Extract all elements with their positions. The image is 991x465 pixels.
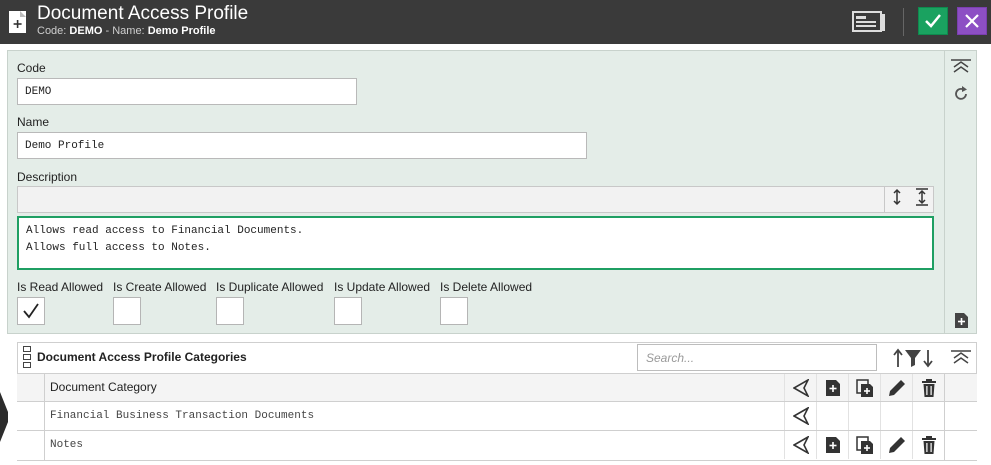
close-icon <box>965 14 979 28</box>
new-document-icon <box>9 11 26 33</box>
page-subtitle: Code: DEMO - Name: Demo Profile <box>37 25 216 37</box>
delete-icon[interactable] <box>912 431 944 459</box>
save-button[interactable] <box>918 7 948 35</box>
name-value: Demo Profile <box>147 25 216 37</box>
grid-column-divider <box>944 373 945 460</box>
filter-row-icon[interactable] <box>784 402 816 430</box>
document-category-cell: Notes <box>50 439 84 451</box>
grid-collapse-icon[interactable] <box>949 348 973 366</box>
fit-height-icon[interactable] <box>915 188 929 211</box>
empty-action-cell <box>880 402 912 430</box>
is-create-allowed-checkbox[interactable] <box>113 297 141 325</box>
code-field-label: Code <box>17 61 46 75</box>
collapse-icon[interactable] <box>949 57 973 75</box>
drag-handle-icon[interactable] <box>23 346 31 373</box>
code-label: Code: <box>37 25 67 37</box>
delete-icon[interactable] <box>912 374 944 402</box>
is-create-allowed-label: Is Create Allowed <box>113 280 207 294</box>
edit-icon[interactable] <box>880 431 912 459</box>
is-read-allowed-checkbox[interactable] <box>17 297 45 325</box>
column-header-document-category[interactable]: Document Category <box>50 380 157 394</box>
filter-row-icon[interactable] <box>784 374 816 402</box>
cancel-button[interactable] <box>957 7 987 35</box>
sort-filter-icon[interactable] <box>892 346 934 370</box>
description-textarea[interactable]: Allows read access to Financial Document… <box>17 216 934 270</box>
is-update-allowed-checkbox[interactable] <box>334 297 362 325</box>
document-category-cell: Financial Business Transaction Documents <box>50 410 315 422</box>
page-title: Document Access Profile <box>37 3 249 24</box>
filter-row-icon[interactable] <box>784 431 816 459</box>
is-delete-allowed-label: Is Delete Allowed <box>440 280 533 294</box>
is-duplicate-allowed-label: Is Duplicate Allowed <box>216 280 324 294</box>
row-selector[interactable] <box>17 374 45 402</box>
is-read-allowed-label: Is Read Allowed <box>17 280 104 294</box>
code-value: DEMO <box>69 25 103 37</box>
refresh-icon[interactable] <box>951 84 971 104</box>
code-input[interactable]: DEMO <box>17 78 357 105</box>
is-update-allowed-label: Is Update Allowed <box>334 280 431 294</box>
duplicate-row-icon[interactable] <box>848 431 880 459</box>
row-selector[interactable] <box>17 402 45 430</box>
subtitle-separator: - <box>105 25 110 37</box>
edit-icon[interactable] <box>880 374 912 402</box>
toolbar-divider <box>903 8 904 36</box>
row-selector[interactable] <box>17 431 45 460</box>
add-document-icon[interactable] <box>953 311 969 329</box>
description-line: Allows read access to Financial Document… <box>26 225 304 237</box>
empty-action-cell <box>912 402 944 430</box>
description-resize-tools <box>884 186 935 213</box>
expand-vertical-icon[interactable] <box>892 188 902 211</box>
checkmark-icon <box>23 303 39 319</box>
empty-action-cell <box>816 402 848 430</box>
description-toolbar <box>17 186 934 213</box>
grid-title: Document Access Profile Categories <box>37 350 247 364</box>
name-label: Name: <box>112 25 145 37</box>
title-bar: Document Access Profile Code: DEMO - Nam… <box>0 0 991 44</box>
add-row-icon[interactable] <box>816 374 848 402</box>
description-field-label: Description <box>17 170 78 184</box>
name-input[interactable]: Demo Profile <box>17 132 587 159</box>
description-line: Allows full access to Notes. <box>26 242 211 254</box>
name-field-label: Name <box>17 115 50 129</box>
side-panel-handle[interactable] <box>0 392 8 442</box>
grid-search-input[interactable]: Search... <box>637 344 877 371</box>
add-row-icon[interactable] <box>816 431 848 459</box>
is-duplicate-allowed-checkbox[interactable] <box>216 297 244 325</box>
empty-action-cell <box>848 402 880 430</box>
check-icon <box>925 14 941 28</box>
is-delete-allowed-checkbox[interactable] <box>440 297 468 325</box>
id-card-icon[interactable] <box>852 11 886 38</box>
duplicate-row-icon[interactable] <box>848 374 880 402</box>
